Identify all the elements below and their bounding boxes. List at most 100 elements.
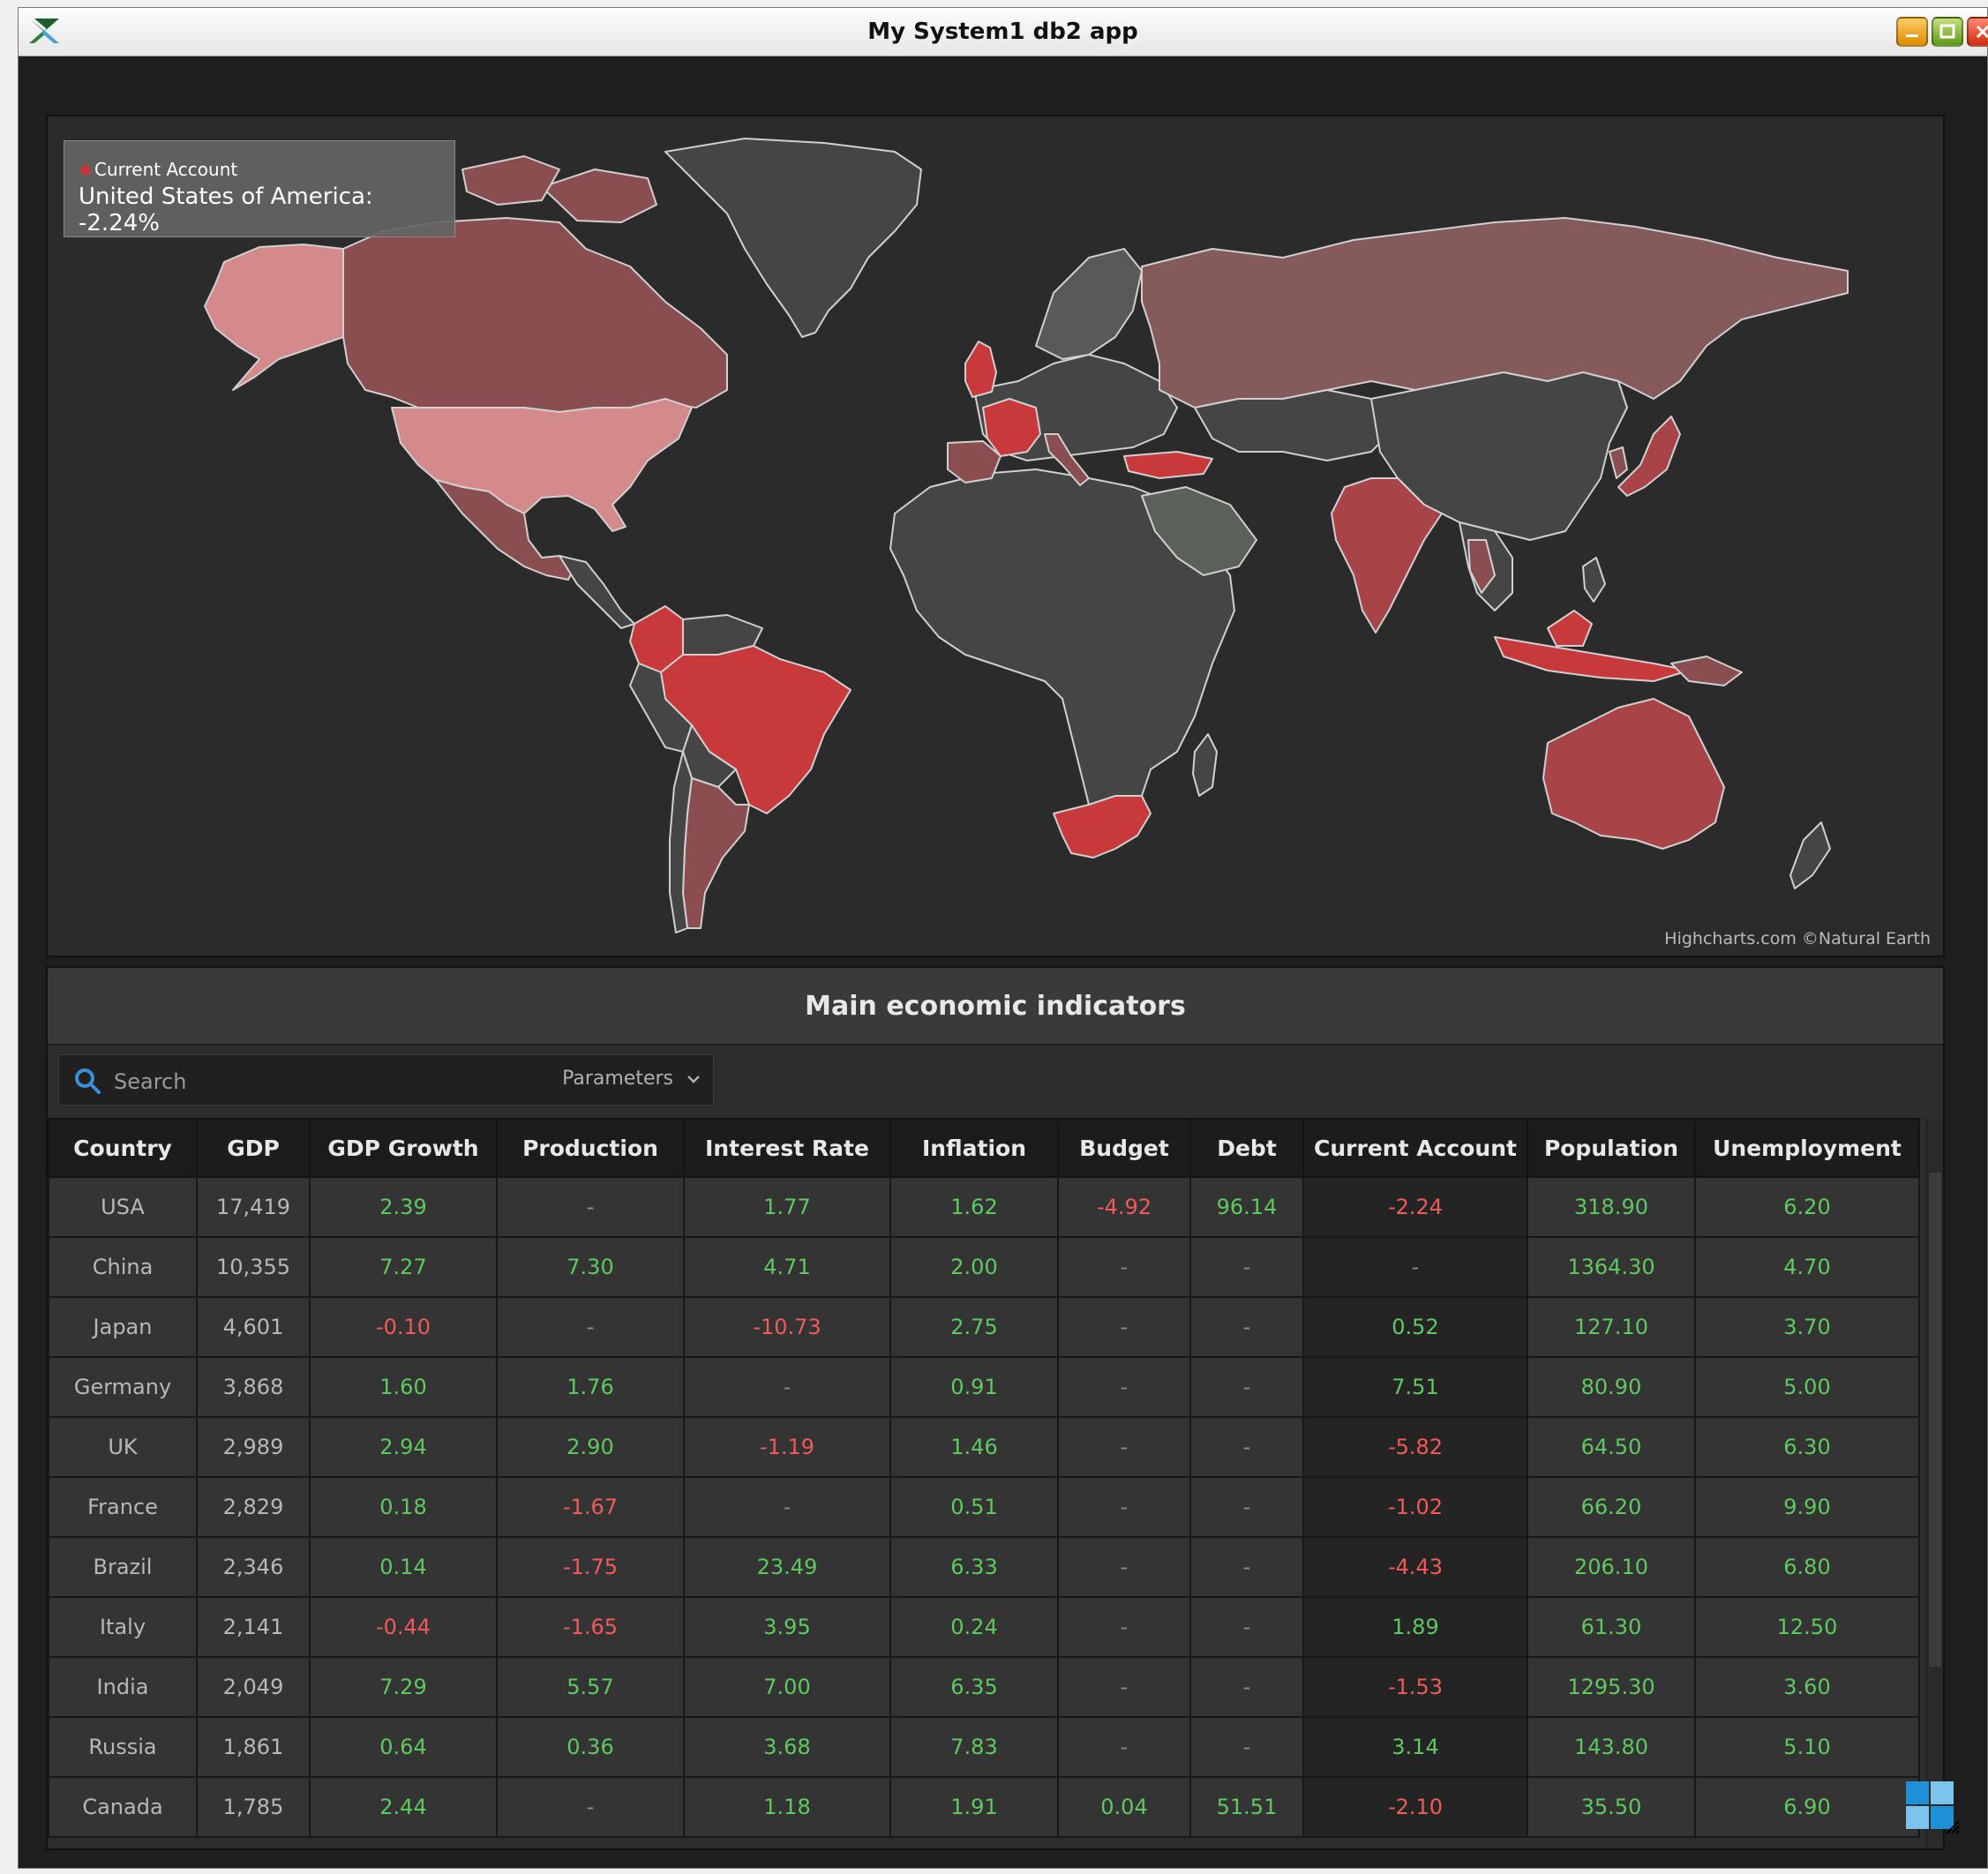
map-region-central-america[interactable] [559,555,635,629]
table-cell-current-account: -2.10 [1302,1776,1528,1838]
table-row[interactable]: Russia 1,861 0.64 0.36 3.68 7.83- -3.14 143.80 5… [48,1716,1920,1778]
table-cell-budget: - [1057,1656,1191,1718]
table-cell-gdp: 4,601 [196,1296,311,1358]
column-header-budget[interactable]: Budget [1057,1118,1191,1178]
map-region-arctic-islands[interactable] [541,169,657,223]
title-bar[interactable]: My System1 db2 app [19,8,1988,56]
map-country-argentina[interactable] [682,777,750,929]
table-cell-inflation: 0.24 [889,1596,1059,1658]
column-header-gdp-growth[interactable]: GDP Growth [309,1118,498,1178]
table-cell-interest-rate: 7.00 [683,1656,891,1718]
map-region-indonesia[interactable] [1494,636,1690,682]
map-country-greenland[interactable] [664,138,922,338]
map-country-usa[interactable] [391,398,693,532]
table-cell-gdp: 17,419 [196,1176,311,1238]
map-region-australia[interactable] [1542,698,1725,850]
panel-title: Main economic indicators [48,968,1943,1046]
table-cell-gdp: 2,346 [196,1536,311,1598]
header-row: Country GDP GDP Growth Production Interest R… [48,1118,1920,1178]
column-header-production[interactable]: Production [496,1118,685,1178]
map-region-arctic-islands-2[interactable] [461,155,560,206]
table-cell-budget: - [1057,1416,1191,1478]
table-row[interactable]: France 2,829 0.18 -1.67-0.51- - -1.02 66.20 9.9… [48,1476,1920,1538]
maximize-button[interactable] [1932,17,1963,47]
indicators-table: Country GDP GDP Growth Production Interest R… [48,1118,1920,1838]
table-cell-debt: - [1189,1596,1304,1658]
table-cell-country: USA [48,1176,198,1238]
table-cell-country: France [48,1476,198,1538]
table-cell-inflation: 6.35 [889,1656,1059,1718]
map-country-alaska[interactable] [204,244,344,391]
table-cell-country: India [48,1656,198,1718]
column-header-debt[interactable]: Debt [1189,1118,1304,1178]
table-row[interactable]: USA 17,419 2.39-1.77 1.62 -4.92 96.14 -2.24 318… [48,1176,1920,1238]
map-country-japan[interactable] [1617,416,1681,497]
map-country-south-africa[interactable] [1053,795,1152,858]
table-cell-current-account: -1.53 [1302,1656,1528,1718]
column-header-unemployment[interactable]: Unemployment [1694,1118,1920,1178]
table-cell-production: - [496,1776,685,1838]
table-cell-gdp-growth: -0.10 [309,1296,498,1358]
tooltip-series: Current Account [80,159,237,180]
table-cell-debt: - [1189,1236,1304,1298]
map-country-canada[interactable] [342,217,728,413]
table-row[interactable]: UK 2,989 2.94 2.90 -1.19 1.46- - -5.82 64.50 6.30 [48,1416,1920,1478]
map-region-korea[interactable] [1609,446,1628,479]
table-cell-country: Italy [48,1596,198,1658]
search-box[interactable]: Parameters [58,1054,714,1106]
map-region-papua[interactable] [1670,656,1743,686]
table-row[interactable]: Italy 2,141 -0.44 -1.65 3.95 0.24- -1.89 61.30 1… [48,1596,1920,1658]
table-cell-inflation: 0.91 [889,1356,1059,1418]
table-cell-country: Russia [48,1716,198,1778]
table-cell-inflation: 2.75 [889,1296,1059,1358]
parameters-dropdown[interactable]: Parameters [562,1068,701,1090]
scrollbar-thumb[interactable] [1929,1173,1941,1667]
table-cell-current-account: -2.24 [1302,1176,1528,1238]
column-header-current-account[interactable]: Current Account [1302,1118,1528,1178]
table-row[interactable]: Japan 4,601 -0.10- -10.73 2.75- -0.52 127.10 3.… [48,1296,1920,1358]
table-cell-population: 1295.30 [1527,1656,1696,1718]
table-cell-budget: -4.92 [1057,1176,1191,1238]
table-cell-budget: - [1057,1476,1191,1538]
table-cell-gdp: 2,049 [196,1656,311,1718]
table-cell-production: -1.75 [496,1536,685,1598]
table-cell-gdp-growth: 2.39 [309,1176,498,1238]
parameters-label: Parameters [562,1068,673,1090]
search-input[interactable] [112,1066,521,1098]
map-country-uk[interactable] [964,341,997,398]
table-cell-interest-rate: 1.18 [683,1776,891,1838]
column-header-population[interactable]: Population [1527,1118,1696,1178]
table-row[interactable]: India 2,049 7.29 5.57 7.00 6.35- - -1.53 1295.30… [48,1656,1920,1718]
indicators-panel: Main economic indicators Parameters Coun… [46,966,1945,1850]
map-region-scandinavia[interactable] [1035,248,1143,360]
world-map[interactable] [48,116,1943,956]
table-cell-gdp: 10,355 [196,1236,311,1298]
map-credits-link[interactable]: Highcharts.com ©Natural Earth [1664,929,1931,948]
map-region-madagascar[interactable] [1192,733,1218,797]
minimize-button[interactable] [1896,17,1928,47]
column-header-interest-rate[interactable]: Interest Rate [683,1118,891,1178]
table-row[interactable]: Germany 3,868 1.60 1.76-0.91- -7.51 80.90 5.00 [48,1356,1920,1418]
map-region-turkey[interactable] [1123,451,1213,479]
map-region-new-zealand[interactable] [1789,821,1831,889]
map-region-spain[interactable] [947,440,1002,483]
table-cell-unemployment: 5.10 [1694,1716,1920,1778]
close-button[interactable] [1967,17,1988,47]
table-cell-budget: - [1057,1536,1191,1598]
tooltip-point-value: United States of America: -2.24% [79,184,373,236]
column-header-inflation[interactable]: Inflation [889,1118,1059,1178]
table-cell-population: 64.50 [1527,1416,1696,1478]
table-cell-budget: - [1057,1596,1191,1658]
map-region-borneo[interactable] [1547,610,1593,647]
table-row[interactable]: China 10,355 7.27 7.30 4.71 2.00- - -1364.30 4.7… [48,1236,1920,1298]
map-region-philippines[interactable] [1582,557,1606,603]
column-header-country[interactable]: Country [48,1118,198,1178]
table-row[interactable]: Brazil 2,346 0.14 -1.75 23.49 6.33- - -4.43 206.… [48,1536,1920,1598]
column-header-gdp[interactable]: GDP [196,1118,311,1178]
table-row[interactable]: Canada 1,785 2.44-1.18 1.91 0.04 51.51 -2.10 35… [48,1776,1920,1838]
table-cell-current-account: -4.43 [1302,1536,1528,1598]
table-cell-debt: - [1189,1536,1304,1598]
table-cell-budget: - [1057,1296,1191,1358]
resize-grip-icon[interactable] [1945,1819,1961,1835]
table-cell-interest-rate: 23.49 [683,1536,891,1598]
